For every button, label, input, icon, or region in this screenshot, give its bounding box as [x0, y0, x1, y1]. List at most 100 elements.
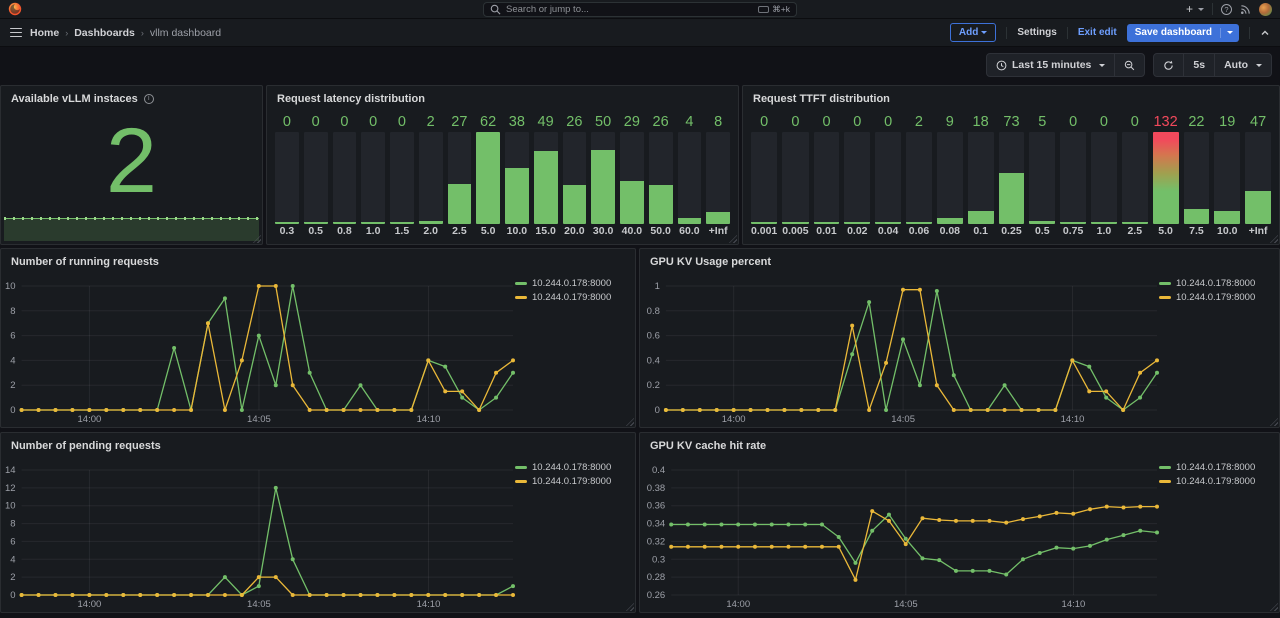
zoom-out-icon: [1124, 60, 1135, 71]
breadcrumb-home[interactable]: Home: [30, 27, 59, 39]
legend: 10.244.0.178:8000 10.244.0.179:8000: [515, 278, 627, 303]
svg-text:12: 12: [5, 483, 16, 494]
bar-value: 22: [1184, 113, 1210, 131]
bar-track: [505, 132, 529, 224]
bar-label: 0.3: [275, 224, 299, 238]
legend-item[interactable]: 10.244.0.178:8000: [515, 462, 627, 473]
grafana-logo[interactable]: [8, 2, 22, 16]
timeseries-body: 024681014:0014:0514:1010.244.0.178:80001…: [1, 274, 635, 427]
bar-fill: [844, 222, 870, 224]
divider: [1067, 27, 1068, 39]
bar-fill: [1060, 222, 1086, 224]
bar-value: 0: [1091, 113, 1117, 131]
info-icon[interactable]: i: [144, 94, 154, 104]
svg-text:0.4: 0.4: [652, 465, 665, 476]
bar-gauge[interactable]: 00.00100.00500.0100.0200.0420.0690.08180…: [751, 113, 1271, 238]
add-button[interactable]: Add: [950, 23, 996, 42]
bar-track: [1245, 132, 1271, 224]
svg-text:0.36: 0.36: [647, 501, 666, 512]
save-options-caret[interactable]: [1220, 28, 1239, 38]
panel-header[interactable]: Number of pending requests: [1, 433, 635, 458]
legend-label: 10.244.0.178:8000: [1176, 462, 1255, 473]
panel-header[interactable]: Number of running requests: [1, 249, 635, 274]
panel-title: Request latency distribution: [277, 93, 425, 105]
menu-toggle-icon[interactable]: [10, 28, 22, 38]
time-range-group: Last 15 minutes: [986, 53, 1145, 77]
bar-label: +Inf: [1245, 224, 1271, 238]
bar-value: 0: [390, 113, 414, 131]
bar-track: [706, 132, 730, 224]
svg-text:2: 2: [10, 572, 15, 583]
chevron-down-icon: [1256, 64, 1262, 67]
bar-column: 00.005: [782, 113, 808, 238]
legend-item[interactable]: 10.244.0.178:8000: [1159, 462, 1271, 473]
bar-value: 27: [448, 113, 472, 131]
timeseries-plot[interactable]: 0.260.280.30.320.340.360.380.414:0014:05…: [640, 458, 1163, 612]
bar-label: 10.0: [1214, 224, 1240, 238]
search-input[interactable]: Search or jump to... ⌘+k: [483, 2, 797, 17]
bar-label: 5.0: [476, 224, 500, 238]
bar-label: 0.8: [333, 224, 357, 238]
breadcrumb-bar: Home › Dashboards › vllm dashboard Add S…: [0, 19, 1280, 47]
panel-header[interactable]: GPU KV Usage percent: [640, 249, 1279, 274]
bar-fill: [591, 150, 615, 224]
avatar[interactable]: [1259, 3, 1272, 16]
panel-header[interactable]: Request TTFT distribution: [743, 86, 1279, 111]
panel-header[interactable]: GPU KV cache hit rate: [640, 433, 1279, 458]
svg-text:0.38: 0.38: [647, 483, 666, 494]
legend-swatch-icon: [515, 296, 527, 299]
time-range-picker[interactable]: Last 15 minutes: [987, 54, 1114, 76]
panel-request-latency-distribution: Request latency distribution 00.300.500.…: [266, 85, 739, 245]
exit-edit-button[interactable]: Exit edit: [1078, 27, 1117, 38]
legend-label: 10.244.0.178:8000: [532, 462, 611, 473]
svg-text:2: 2: [10, 380, 15, 391]
news-button[interactable]: [1240, 4, 1251, 15]
collapse-button[interactable]: [1260, 28, 1270, 38]
timeseries-plot[interactable]: 00.20.40.60.8114:0014:0514:10: [640, 274, 1163, 427]
bar-value: 132: [1153, 113, 1179, 131]
panel-header[interactable]: Request latency distribution: [267, 86, 738, 111]
help-button[interactable]: ?: [1221, 4, 1232, 15]
bar-label: 0.25: [999, 224, 1025, 238]
bar-label: 1.0: [361, 224, 385, 238]
add-menu-button[interactable]: +: [1186, 4, 1204, 14]
bar-track: [751, 132, 777, 224]
bar-label: 1.0: [1091, 224, 1117, 238]
legend-label: 10.244.0.179:8000: [1176, 476, 1255, 487]
settings-button[interactable]: Settings: [1017, 27, 1056, 38]
search-placeholder: Search or jump to...: [506, 4, 753, 15]
bar-column: 272.5: [448, 113, 472, 238]
timeseries-body: 0246810121414:0014:0514:10 10.244.0.178:8…: [1, 458, 635, 612]
breadcrumb-dashboards[interactable]: Dashboards: [74, 27, 135, 39]
save-dashboard-button[interactable]: Save dashboard: [1127, 24, 1239, 42]
legend-item[interactable]: 10.244.0.178:8000: [515, 278, 627, 289]
svg-text:0: 0: [655, 405, 660, 416]
timeseries-plot[interactable]: 0246810121414:0014:0514:10: [1, 458, 519, 612]
timeseries-plot[interactable]: 024681014:0014:0514:10: [1, 274, 519, 427]
refresh-interval-picker[interactable]: Auto: [1214, 54, 1271, 76]
refresh-interval-label[interactable]: 5s: [1183, 54, 1214, 76]
bar-label: 15.0: [534, 224, 558, 238]
bar-fill: [937, 218, 963, 224]
bar-fill: [419, 221, 443, 224]
bar-column: 01.0: [361, 113, 385, 238]
legend-item[interactable]: 10.244.0.179:8000: [1159, 292, 1271, 303]
legend-item[interactable]: 10.244.0.178:8000: [1159, 278, 1271, 289]
bar-column: 00.3: [275, 113, 299, 238]
bar-track: [844, 132, 870, 224]
bar-track: [534, 132, 558, 224]
bar-fill: [1153, 132, 1179, 224]
svg-text:1: 1: [655, 281, 660, 292]
legend-item[interactable]: 10.244.0.179:8000: [1159, 476, 1271, 487]
search-icon: [490, 4, 501, 15]
refresh-button[interactable]: [1154, 54, 1183, 76]
bar-gauge[interactable]: 00.300.500.801.001.522.0272.5625.03810.0…: [275, 113, 730, 238]
bar-value: 4: [678, 113, 702, 131]
bar-fill: [706, 212, 730, 224]
zoom-out-button[interactable]: [1114, 54, 1144, 76]
panel-header[interactable]: Available vLLM instaces i: [1, 86, 262, 111]
bar-value: 0: [333, 113, 357, 131]
legend-item[interactable]: 10.244.0.179:8000: [515, 292, 627, 303]
legend-item[interactable]: 10.244.0.179:8000: [515, 476, 627, 487]
panel-gpu-kv-usage: GPU KV Usage percent 00.20.40.60.8114:00…: [639, 248, 1280, 428]
